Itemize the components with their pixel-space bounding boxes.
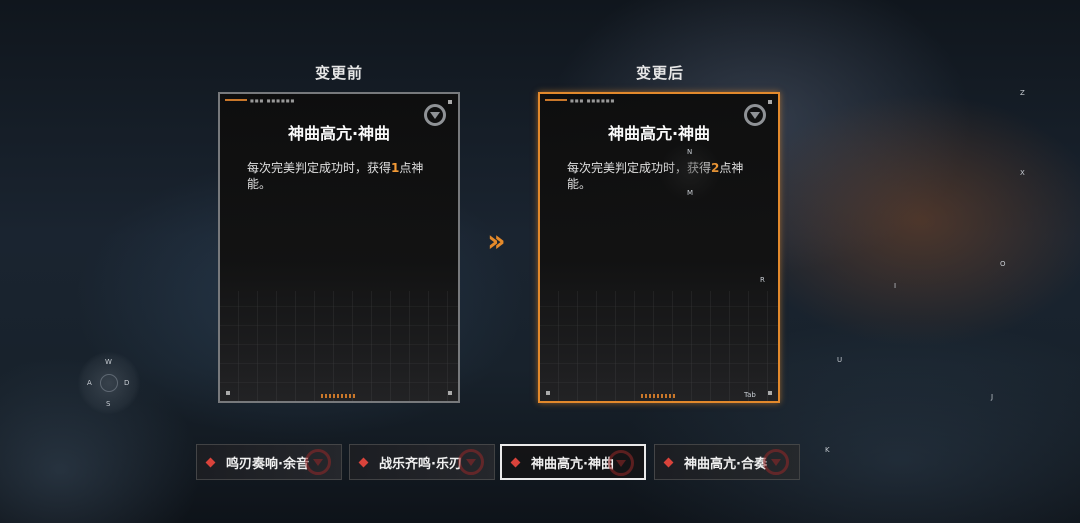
card-corner [226, 391, 230, 395]
skill-emblem-icon [763, 449, 789, 475]
key-hint-n: N [687, 148, 693, 156]
key-hint-tab: Tab [744, 391, 756, 399]
diamond-icon [205, 457, 216, 467]
key-hint-j: J [991, 393, 994, 401]
after-label: 变更后 [636, 64, 685, 82]
skill-emblem-icon [458, 449, 484, 475]
tab-label: 战乐齐鸣·乐刃 [379, 456, 462, 472]
joystick-center [100, 374, 118, 392]
card-corner [546, 391, 550, 395]
key-hint-s: S [106, 400, 111, 408]
skill-emblem-icon [608, 450, 634, 476]
after-skill-card: ■■■ ■■■■■■ 神曲高亢·神曲 每次完美判定成功时，获得2点神能。 [538, 92, 780, 403]
tab-label: 神曲高亢·神曲 [531, 456, 614, 472]
key-hint-w: W [105, 358, 112, 366]
key-hint-u: U [837, 356, 843, 364]
tab-skill-3[interactable]: 神曲高亢·神曲 [500, 444, 646, 480]
key-hint-a: A [87, 379, 92, 387]
key-hint-d: D [124, 379, 130, 387]
tab-label: 鸣刃奏响·余音 [226, 456, 309, 472]
card-corner [768, 391, 772, 395]
card-top-dots: ■■■ ■■■■■■ [570, 98, 616, 103]
key-hint-z: Z [1020, 89, 1025, 97]
key-hint-r: R [760, 276, 765, 284]
key-hint-i: I [894, 282, 897, 290]
tab-skill-2[interactable]: 战乐齐鸣·乐刃 [349, 444, 495, 480]
diamond-icon [510, 457, 521, 467]
key-hint-o: O [1000, 260, 1006, 268]
card-topbar [225, 99, 247, 101]
card-bottom-ticks [321, 394, 357, 398]
tab-skill-4[interactable]: 神曲高亢·合奏 [654, 444, 800, 480]
diamond-icon [358, 457, 369, 467]
card-top-dots: ■■■ ■■■■■■ [250, 98, 296, 103]
before-card-description: 每次完美判定成功时，获得1点神能。 [247, 160, 447, 192]
before-card-title: 神曲高亢·神曲 [287, 124, 391, 143]
key-hint-k: K [825, 446, 830, 454]
tab-skill-1[interactable]: 鸣刃奏响·余音 [196, 444, 342, 480]
before-label: 变更前 [315, 64, 364, 82]
after-card-title: 神曲高亢·神曲 [607, 124, 711, 143]
diamond-icon [663, 457, 674, 467]
card-corner [768, 100, 772, 104]
desc-prefix: 每次完美判定成功时，获得 [247, 161, 392, 175]
card-corner [448, 100, 452, 104]
card-pattern [540, 291, 778, 401]
double-chevron-right-icon: ›› [487, 224, 506, 259]
tab-label: 神曲高亢·合奏 [684, 456, 767, 472]
before-skill-card: ■■■ ■■■■■■ 神曲高亢·神曲 每次完美判定成功时，获得1点神能。 [218, 92, 460, 403]
key-hint-x: X [1020, 169, 1025, 177]
card-topbar [545, 99, 567, 101]
card-pattern [220, 291, 458, 401]
card-bottom-ticks [641, 394, 677, 398]
key-hint-m: M [687, 189, 694, 197]
card-corner [448, 391, 452, 395]
skill-emblem-icon [305, 449, 331, 475]
